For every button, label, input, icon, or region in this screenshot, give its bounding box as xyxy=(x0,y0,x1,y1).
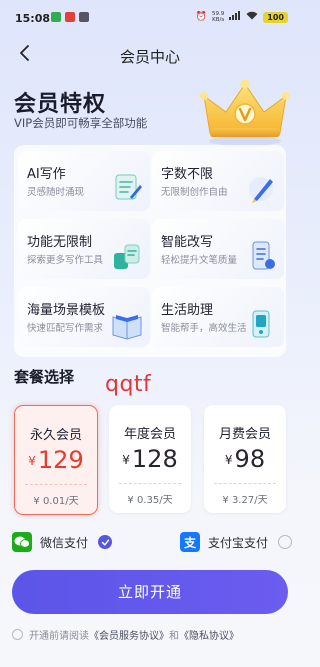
alipay-icon: 支 xyxy=(180,532,200,552)
alarm-icon: ⏰ xyxy=(195,12,208,22)
plan-per-day: ¥ 0.01/天 xyxy=(33,496,79,507)
service-agreement-link[interactable]: 《会员服务协议》 xyxy=(89,627,169,642)
feature-card-life-assistant: 生活助理 智能帮手，高效生活 xyxy=(152,287,284,347)
page-title: 会员中心 xyxy=(119,48,180,66)
privacy-agreement-link[interactable]: 《隐私协议》 xyxy=(179,627,239,642)
wechat-radio[interactable] xyxy=(98,535,113,549)
payment-label: 微信支付 xyxy=(40,535,89,550)
crown-icon xyxy=(200,79,290,146)
feature-panel: AI写作 灵感随时涌现 字数不限 无限制创作自由 功能无限制 探索更多写作工具 … xyxy=(14,145,286,357)
plan-card-annual[interactable]: 年度会员 ¥128 ¥ 0.35/天 xyxy=(109,405,191,513)
status-bar: 15:08 ⏰ 59.9 KB/s 100 xyxy=(0,0,300,34)
app-notification-icon xyxy=(51,12,61,22)
ai-writing-icon xyxy=(115,174,142,200)
agreement-checkbox[interactable] xyxy=(12,629,23,640)
divider xyxy=(119,483,181,484)
tools-icon xyxy=(114,244,140,269)
agreement-row: 开通前请阅读 《会员服务协议》 和 《隐私协议》 xyxy=(12,627,239,642)
feature-card-smart-rewrite: 智能改写 轻松提升文笔质量 xyxy=(152,219,284,279)
app-notification-icon xyxy=(79,12,89,22)
hero-title: 会员特权 xyxy=(14,92,107,117)
payment-option-alipay[interactable]: 支 支付宝支付 xyxy=(180,530,293,554)
plan-name: 年度会员 xyxy=(123,427,176,442)
assistant-icon xyxy=(252,310,270,338)
plan-section-title: 套餐选择 xyxy=(14,368,75,386)
feature-card-templates: 海量场景模板 快速匹配写作需求 xyxy=(18,287,150,347)
signal-icon xyxy=(229,11,241,23)
status-app-icons xyxy=(51,12,89,22)
feature-card-unlimited-words: 字数不限 无限制创作自由 xyxy=(152,151,284,211)
watermark-text: qqtf xyxy=(105,372,152,397)
plan-per-day: ¥ 0.35/天 xyxy=(127,495,173,506)
rewrite-icon xyxy=(252,241,275,270)
divider xyxy=(214,483,276,484)
pen-icon xyxy=(249,177,273,203)
activate-button[interactable]: 立即开通 xyxy=(12,570,288,614)
payment-label: 支付宝支付 xyxy=(208,535,269,550)
plan-price: ¥98 xyxy=(224,445,266,473)
plan-name: 永久会员 xyxy=(29,428,82,443)
book-icon xyxy=(112,315,142,340)
wechat-pay-icon xyxy=(12,532,32,552)
alipay-radio[interactable] xyxy=(278,535,293,549)
plan-card-lifetime[interactable]: 永久会员 ¥129 ¥ 0.01/天 xyxy=(14,405,98,515)
plan-name: 月费会员 xyxy=(218,427,271,442)
feature-card-ai-writing: AI写作 灵感随时涌现 xyxy=(18,151,150,211)
payment-option-wechat[interactable]: 微信支付 xyxy=(12,530,113,554)
status-time: 15:08 xyxy=(15,12,51,25)
wifi-icon xyxy=(246,11,258,23)
plan-price: ¥128 xyxy=(122,445,178,473)
app-notification-icon xyxy=(65,12,75,22)
net-speed: 59.9 KB/s xyxy=(212,11,225,23)
divider xyxy=(25,484,87,485)
plan-price: ¥129 xyxy=(28,446,84,474)
check-icon xyxy=(101,538,109,546)
plan-card-monthly[interactable]: 月费会员 ¥98 ¥ 3.27/天 xyxy=(204,405,286,513)
battery-icon: 100 xyxy=(263,11,288,23)
hero-subtitle: VIP会员即可畅享全部功能 xyxy=(14,116,148,130)
status-right: ⏰ 59.9 KB/s 100 xyxy=(196,11,288,23)
feature-card-unlimited-features: 功能无限制 探索更多写作工具 xyxy=(18,219,150,279)
top-nav: 会员中心 xyxy=(0,40,300,70)
plan-per-day: ¥ 3.27/天 xyxy=(222,495,268,506)
